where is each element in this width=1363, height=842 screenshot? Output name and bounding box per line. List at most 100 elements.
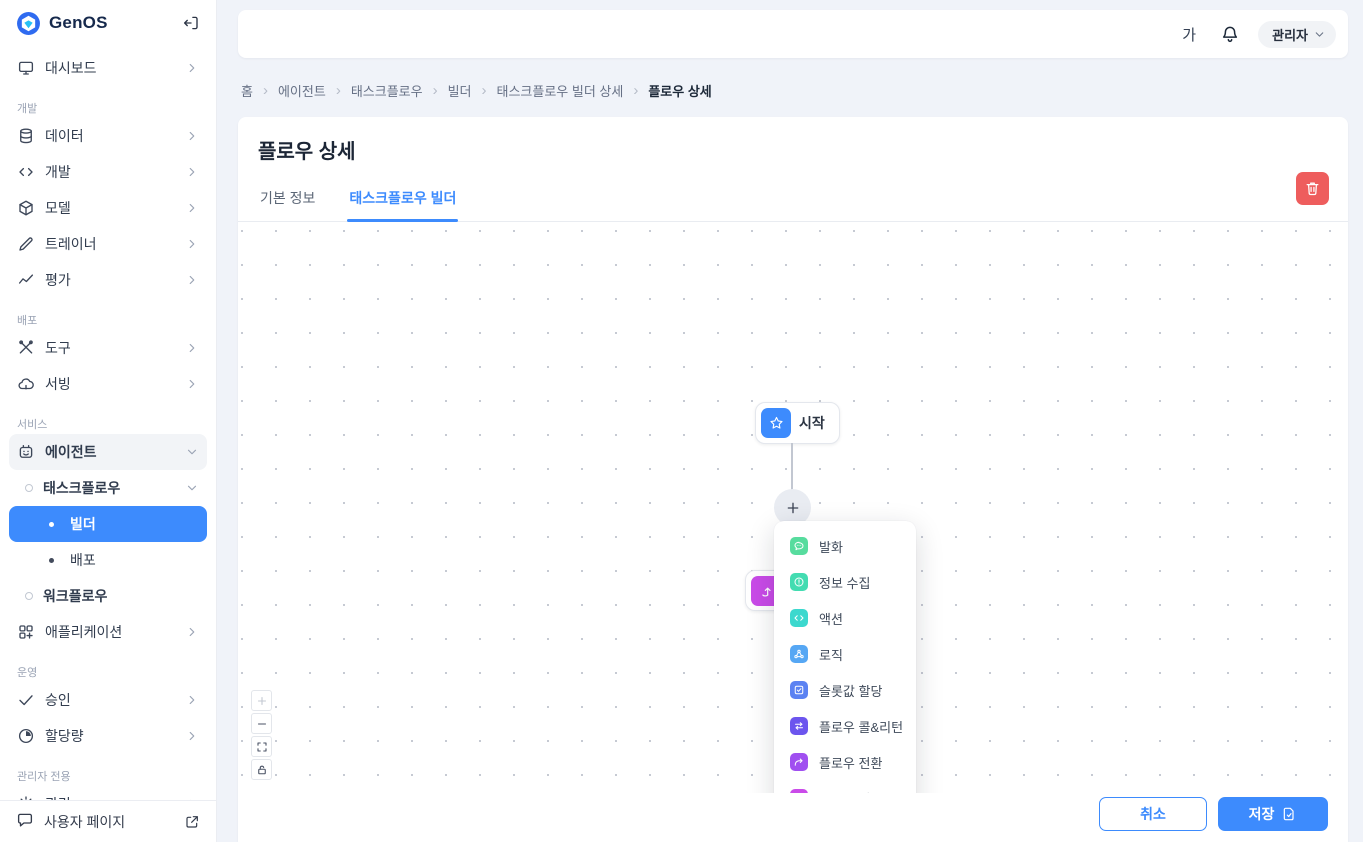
menu-item-label: 슬롯값 할당 <box>819 681 882 700</box>
tab-taskflow-builder[interactable]: 태스크플로우 빌더 <box>347 188 458 221</box>
profile-menu-button[interactable]: 관리자 <box>1258 21 1336 48</box>
network-icon <box>790 645 808 663</box>
chat-icon <box>16 811 34 832</box>
menu-item-slot-assign[interactable]: 슬롯값 할당 <box>774 672 916 708</box>
menu-item-label: 로직 <box>819 645 843 664</box>
sidebar-item-agent[interactable]: 에이전트 <box>9 434 207 470</box>
menu-item-flow-call-return[interactable]: 플로우 콜&리턴 <box>774 708 916 744</box>
sidebar-item-model[interactable]: 모델 <box>9 190 207 226</box>
breadcrumb-item[interactable]: 에이전트 <box>278 81 326 100</box>
sidebar-item-data[interactable]: 데이터 <box>9 118 207 154</box>
cancel-button[interactable]: 취소 <box>1099 797 1207 831</box>
tools-icon <box>17 339 35 357</box>
tab-basic-info[interactable]: 기본 정보 <box>258 188 317 221</box>
menu-item-label: 플로우 점프 <box>819 789 882 794</box>
language-button[interactable]: 가 <box>1176 23 1202 46</box>
breadcrumb-item[interactable]: 홈 <box>241 81 253 100</box>
chevron-down-icon <box>185 481 199 495</box>
menu-item-info-collect[interactable]: 정보 수집 <box>774 564 916 600</box>
menu-item-flow-switch[interactable]: 플로우 전환 <box>774 744 916 780</box>
sidebar-item-taskflow[interactable]: 태스크플로우 <box>9 470 207 506</box>
notification-bell-icon[interactable] <box>1220 24 1240 44</box>
start-node[interactable]: 시작 <box>755 402 840 444</box>
sidebar-item-tools[interactable]: 도구 <box>9 330 207 366</box>
canvas-control-zoom-out[interactable] <box>251 713 272 734</box>
sidebar-item-workflow[interactable]: 워크플로우 <box>9 578 207 614</box>
sidebar-item-serving[interactable]: 서빙 <box>9 366 207 402</box>
sidebar-item-label: 워크플로우 <box>43 586 107 606</box>
canvas-control-zoom-in[interactable] <box>251 690 272 711</box>
sidebar-item-dashboard[interactable]: 대시보드 <box>9 50 207 86</box>
sidebar-item-label: 데이터 <box>45 126 84 146</box>
chat-bubble-icon <box>790 537 808 555</box>
sidebar-item-quota[interactable]: 할당량 <box>9 718 207 754</box>
menu-item-label: 플로우 전환 <box>819 753 882 772</box>
sidebar-item-label: 평가 <box>45 270 71 290</box>
sidebar-item-approval[interactable]: 승인 <box>9 682 207 718</box>
save-button[interactable]: 저장 <box>1218 797 1328 831</box>
menu-item-utterance[interactable]: 발화 <box>774 528 916 564</box>
main-area: 가 관리자 홈›에이전트›태스크플로우›빌더›태스크플로우 빌더 상세›플로우 … <box>217 0 1363 842</box>
breadcrumb-item[interactable]: 태스크플로우 <box>351 81 423 100</box>
swap-icon <box>790 717 808 735</box>
check-icon <box>17 691 35 709</box>
sidebar-item-label: 태스크플로우 <box>43 478 120 498</box>
start-node-label: 시작 <box>799 413 834 433</box>
sidebar-footer-label: 사용자 페이지 <box>44 812 125 832</box>
agent-icon <box>17 443 35 461</box>
panel-collapse-icon[interactable] <box>180 12 202 34</box>
sidebar-item-label: 배포 <box>70 550 96 570</box>
chevron-right-icon <box>185 729 199 743</box>
database-icon <box>17 127 35 145</box>
chevron-down-icon <box>185 445 199 459</box>
sidebar-item-label: 할당량 <box>45 726 84 746</box>
code-icon <box>790 609 808 627</box>
breadcrumb: 홈›에이전트›태스크플로우›빌더›태스크플로우 빌더 상세›플로우 상세 <box>241 82 1348 98</box>
genos-logo-icon <box>16 11 41 36</box>
pencil-icon <box>17 235 35 253</box>
breadcrumb-item[interactable]: 태스크플로우 빌더 상세 <box>497 81 624 100</box>
sidebar-section-label-section-service: 서비스 <box>17 414 207 434</box>
delete-flow-button[interactable] <box>1296 172 1329 205</box>
sidebar-item-user-page[interactable]: 사용자 페이지 <box>0 800 216 842</box>
sidebar-item-label: 모델 <box>45 198 71 218</box>
brand-name: GenOS <box>49 13 172 33</box>
sidebar-item-evaluation[interactable]: 평가 <box>9 262 207 298</box>
sidebar-section-label-section-dev: 개발 <box>17 98 207 118</box>
sidebar-item-label: 애플리케이션 <box>45 622 122 642</box>
sidebar-item-trainer[interactable]: 트레이너 <box>9 226 207 262</box>
breadcrumb-item[interactable]: 빌더 <box>448 81 472 100</box>
sidebar-section-label-section-ops: 운영 <box>17 662 207 682</box>
sidebar-item-deploy[interactable]: 배포 <box>9 542 207 578</box>
radio-bullet-icon <box>25 484 33 492</box>
sidebar-item-label: 대시보드 <box>45 58 97 78</box>
grid-plus-icon <box>17 623 35 641</box>
menu-item-label: 정보 수집 <box>819 573 870 592</box>
save-button-label: 저장 <box>1249 804 1275 824</box>
canvas-control-fit-view[interactable] <box>251 736 272 757</box>
menu-item-action[interactable]: 액션 <box>774 600 916 636</box>
menu-item-flow-jump[interactable]: 플로우 점프 <box>774 780 916 793</box>
menu-item-label: 발화 <box>819 537 843 556</box>
chevron-right-icon <box>185 201 199 215</box>
jump-arrow-icon <box>790 789 808 793</box>
sidebar-item-label: 서빙 <box>45 374 71 394</box>
canvas-controls <box>251 690 272 780</box>
sidebar-item-builder[interactable]: 빌더 <box>9 506 207 542</box>
sidebar-item-label: 에이전트 <box>45 442 97 462</box>
star-icon <box>761 408 791 438</box>
chevron-right-icon <box>185 377 199 391</box>
sidebar-item-label: 빌더 <box>70 514 96 534</box>
save-doc-icon <box>1281 806 1297 822</box>
sidebar-item-admin[interactable]: 관리 <box>9 786 207 800</box>
sidebar-item-develop[interactable]: 개발 <box>9 154 207 190</box>
canvas-control-lock[interactable] <box>251 759 272 780</box>
sidebar-item-application[interactable]: 애플리케이션 <box>9 614 207 650</box>
radio-bullet-icon <box>25 592 33 600</box>
sidebar-nav: 대시보드개발데이터개발모델트레이너평가배포도구서빙서비스에이전트태스크플로우빌더… <box>0 46 216 800</box>
chart-icon <box>17 271 35 289</box>
code-icon <box>17 163 35 181</box>
menu-item-logic[interactable]: 로직 <box>774 636 916 672</box>
flow-canvas[interactable]: 시작 발화정보 수집액션로직슬롯값 할당플로우 콜&리턴플로우 전환플로우 점프 <box>238 222 1348 793</box>
chevron-right-icon <box>185 341 199 355</box>
